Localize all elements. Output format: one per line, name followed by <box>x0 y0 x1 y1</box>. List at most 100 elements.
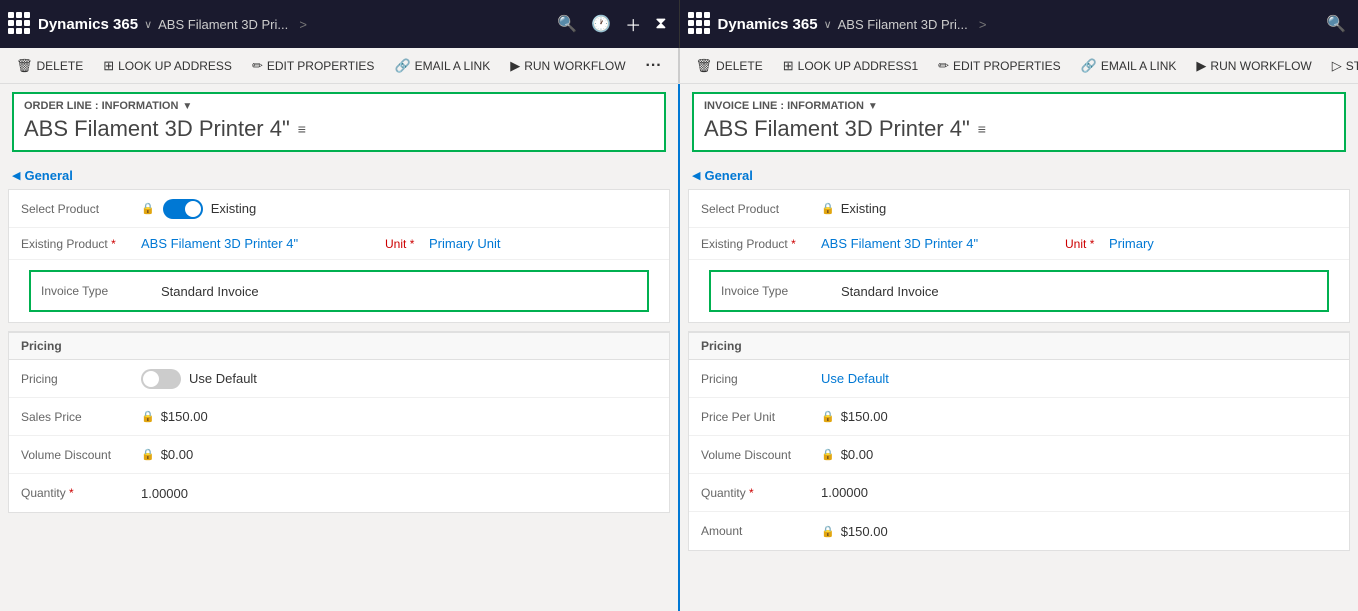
left-volume-label: Volume Discount <box>21 448 141 462</box>
left-quantity-label: Quantity * <box>21 486 141 500</box>
left-quantity-value: 1.00000 <box>141 486 657 501</box>
left-email-btn[interactable]: 🔗 EMAIL A LINK <box>386 56 498 76</box>
right-search-btn[interactable]: 🔍 <box>1322 10 1350 38</box>
right-existing-product-value[interactable]: ABS Filament 3D Printer 4" <box>821 236 1049 251</box>
delete-icon: 🗑 <box>16 58 33 74</box>
right-quantity-label: Quantity * <box>701 486 821 500</box>
delete-icon-r: 🗑 <box>696 58 713 74</box>
right-volume-value: 🔒 $0.00 <box>821 447 1337 462</box>
right-general-section-header[interactable]: ◀ General <box>680 162 1358 189</box>
left-volume-value: 🔒 $0.00 <box>141 447 657 462</box>
edit-icon: ✏ <box>252 58 263 74</box>
left-sales-price-row: Sales Price 🔒 $150.00 <box>9 398 669 436</box>
waffle-menu-left[interactable] <box>8 12 32 36</box>
left-delete-btn[interactable]: 🗑 DELETE <box>8 56 91 76</box>
right-general-form: Select Product 🔒 Existing Existing Produ… <box>688 189 1350 323</box>
left-product-toggle[interactable] <box>163 199 203 219</box>
left-entity-type: ORDER LINE : INFORMATION ▼ <box>24 100 654 112</box>
left-entity-title: ABS Filament 3D Printer 4" ≡ <box>24 116 654 142</box>
right-invoice-type-value: Standard Invoice <box>841 284 1317 299</box>
left-breadcrumb: ABS Filament 3D Pri... > <box>158 17 547 32</box>
right-select-product-value: 🔒 Existing <box>821 201 1337 216</box>
left-section-title: General <box>24 168 72 183</box>
left-brand-chevron: ∨ <box>144 18 152 31</box>
edit-icon-r: ✏ <box>938 58 949 74</box>
left-type-arrow: ▼ <box>182 101 192 112</box>
right-pricing-value: Use Default <box>821 371 1337 386</box>
right-existing-product-label: Existing Product * <box>701 237 821 251</box>
left-nav-half: Dynamics 365 ∨ ABS Filament 3D Pri... > … <box>0 0 679 48</box>
left-volume-discount-row: Volume Discount 🔒 $0.00 <box>9 436 669 474</box>
left-invoice-type-value: Standard Invoice <box>161 284 637 299</box>
right-startdi-btn[interactable]: ▷ START DI... <box>1324 56 1358 76</box>
workflow-icon: ▶ <box>510 58 520 74</box>
left-general-section-header[interactable]: ◀ General <box>0 162 678 189</box>
right-entity-menu-icon[interactable]: ≡ <box>978 121 986 137</box>
link-icon-r: 🔗 <box>1081 58 1097 74</box>
left-panel: ORDER LINE : INFORMATION ▼ ABS Filament … <box>0 84 678 611</box>
right-select-product-label: Select Product <box>701 202 821 216</box>
right-quantity-row: Quantity * 1.00000 <box>689 474 1349 512</box>
toolbar: 🗑 DELETE ⊞ LOOK UP ADDRESS ✏ EDIT PROPER… <box>0 48 1358 84</box>
left-search-btn[interactable]: 🔍 <box>553 10 581 38</box>
right-invoice-type-row: Invoice Type Standard Invoice <box>711 272 1327 310</box>
right-amount-lock-icon: 🔒 <box>821 525 835 538</box>
right-pricing-label: Pricing <box>701 372 821 386</box>
left-quantity-row: Quantity * 1.00000 <box>9 474 669 512</box>
waffle-menu-right[interactable] <box>688 12 712 36</box>
right-header-box: INVOICE LINE : INFORMATION ▼ ABS Filamen… <box>692 92 1346 152</box>
left-invoice-type-label: Invoice Type <box>41 284 161 298</box>
right-pricing-form: Pricing Pricing Use Default Price Per Un… <box>688 331 1350 551</box>
left-toolbar: 🗑 DELETE ⊞ LOOK UP ADDRESS ✏ EDIT PROPER… <box>0 48 678 83</box>
left-sales-price-value: 🔒 $150.00 <box>141 409 657 424</box>
right-unit-label: Unit * <box>1049 237 1109 251</box>
left-invoice-highlight: Invoice Type Standard Invoice <box>29 270 649 312</box>
left-unit-value[interactable]: Primary Unit <box>429 236 657 251</box>
right-invoice-type-container: Invoice Type Standard Invoice <box>689 260 1349 322</box>
right-lookup-btn[interactable]: ⊞ LOOK UP ADDRESS1 <box>775 56 926 76</box>
left-add-btn[interactable]: ＋ <box>621 8 645 40</box>
left-more-btn[interactable]: ··· <box>638 55 670 77</box>
left-entity-header: ORDER LINE : INFORMATION ▼ ABS Filament … <box>0 84 678 162</box>
top-nav-bar: Dynamics 365 ∨ ABS Filament 3D Pri... > … <box>0 0 1358 48</box>
left-select-product-value: 🔒 Existing <box>141 199 657 219</box>
right-price-per-unit-value: 🔒 $150.00 <box>821 409 1337 424</box>
right-volume-discount-row: Volume Discount 🔒 $0.00 <box>689 436 1349 474</box>
right-nav-half: Dynamics 365 ∨ ABS Filament 3D Pri... > … <box>679 0 1358 48</box>
right-existing-product-row: Existing Product * ABS Filament 3D Print… <box>689 228 1349 260</box>
left-pricing-toggle[interactable] <box>141 369 181 389</box>
right-email-btn[interactable]: 🔗 EMAIL A LINK <box>1073 56 1185 76</box>
left-history-btn[interactable]: 🕐 <box>587 10 615 38</box>
left-sales-lock-icon: 🔒 <box>141 410 155 423</box>
right-pricing-header: Pricing <box>689 332 1349 360</box>
right-unit-value[interactable]: Primary <box>1109 236 1337 251</box>
left-edit-props-btn[interactable]: ✏ EDIT PROPERTIES <box>244 56 383 76</box>
right-entity-header: INVOICE LINE : INFORMATION ▼ ABS Filamen… <box>680 84 1358 162</box>
right-quantity-value: 1.00000 <box>821 485 1337 500</box>
link-icon: 🔗 <box>394 58 410 74</box>
right-workflow-btn[interactable]: ▶ RUN WORKFLOW <box>1188 56 1319 76</box>
left-brand-label: Dynamics 365 <box>38 16 138 33</box>
left-entity-menu-icon[interactable]: ≡ <box>298 121 306 137</box>
left-header-box: ORDER LINE : INFORMATION ▼ ABS Filament … <box>12 92 666 152</box>
left-select-product-row: Select Product 🔒 Existing <box>9 190 669 228</box>
left-existing-product-value[interactable]: ABS Filament 3D Printer 4" <box>141 236 369 251</box>
right-ppu-lock-icon: 🔒 <box>821 410 835 423</box>
left-select-product-label: Select Product <box>21 202 141 216</box>
left-lookup-btn[interactable]: ⊞ LOOK UP ADDRESS <box>95 56 240 76</box>
right-edit-props-btn[interactable]: ✏ EDIT PROPERTIES <box>930 56 1069 76</box>
left-product-toggle-label: Existing <box>211 201 257 216</box>
left-invoice-type-container: Invoice Type Standard Invoice <box>9 260 669 322</box>
right-pricing-row: Pricing Use Default <box>689 360 1349 398</box>
right-product-lock-icon: 🔒 <box>821 202 835 215</box>
left-workflow-btn[interactable]: ▶ RUN WORKFLOW <box>502 56 633 76</box>
right-delete-btn[interactable]: 🗑 DELETE <box>688 56 771 76</box>
left-product-lock-icon: 🔒 <box>141 202 155 215</box>
left-filter-btn[interactable]: ⧗ <box>651 11 670 37</box>
right-price-per-unit-row: Price Per Unit 🔒 $150.00 <box>689 398 1349 436</box>
right-amount-row: Amount 🔒 $150.00 <box>689 512 1349 550</box>
lookup-icon: ⊞ <box>103 58 114 74</box>
left-pricing-toggle-container: Use Default <box>141 369 657 389</box>
left-pricing-toggle-label: Use Default <box>189 371 257 386</box>
right-type-arrow: ▼ <box>868 101 878 112</box>
